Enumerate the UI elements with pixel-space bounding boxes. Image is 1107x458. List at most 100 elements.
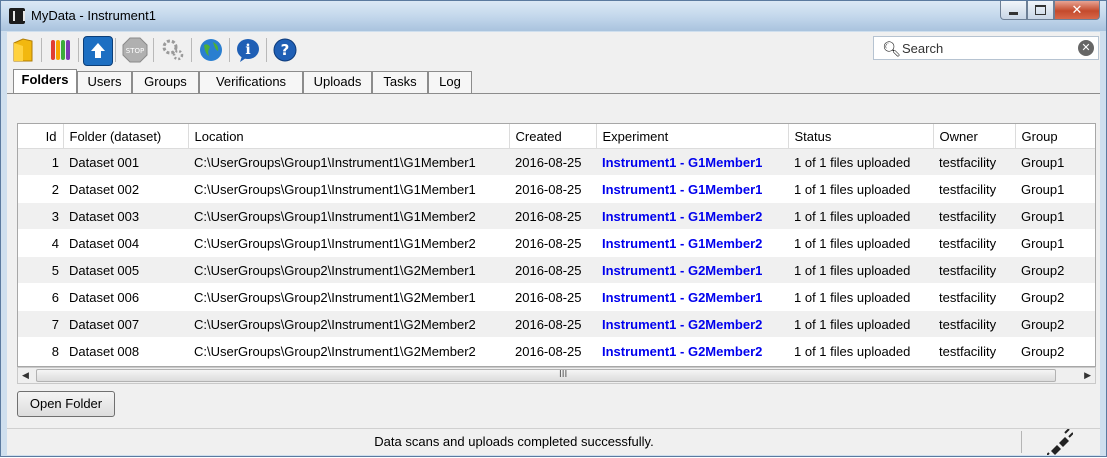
cell-location: C:\UserGroups\Group2\Instrument1\G2Membe… bbox=[188, 256, 509, 284]
cell-experiment-link[interactable]: Instrument1 - G2Member1 bbox=[596, 283, 788, 311]
cell-experiment-link[interactable]: Instrument1 - G2Member2 bbox=[596, 337, 788, 365]
toolbar-separator bbox=[153, 38, 154, 62]
toolbar-separator bbox=[41, 38, 42, 62]
window-controls: ✕ bbox=[1000, 1, 1100, 21]
maximize-button[interactable] bbox=[1027, 1, 1054, 20]
tab-groups[interactable]: Groups bbox=[132, 71, 199, 93]
cell-folder: Dataset 006 bbox=[63, 283, 188, 311]
horizontal-scrollbar[interactable]: ◀ III ▶ bbox=[17, 367, 1096, 384]
stop-icon[interactable]: STOP bbox=[121, 36, 149, 64]
cell-created: 2016-08-25 bbox=[509, 310, 596, 338]
cell-owner: testfacility bbox=[933, 256, 1015, 284]
search-field[interactable]: 🔍︎ Search ✕ bbox=[873, 36, 1099, 60]
table-row[interactable]: 6 Dataset 006 C:\UserGroups\Group2\Instr… bbox=[18, 283, 1095, 311]
tab-label: Groups bbox=[144, 74, 187, 89]
column-header-folder[interactable]: Folder (dataset) bbox=[63, 124, 189, 149]
cell-experiment-link[interactable]: Instrument1 - G1Member1 bbox=[596, 148, 788, 176]
scroll-left-icon[interactable]: ◀ bbox=[22, 370, 29, 381]
table-row[interactable]: 5 Dataset 005 C:\UserGroups\Group2\Instr… bbox=[18, 256, 1095, 284]
table-row[interactable]: 4 Dataset 004 C:\UserGroups\Group1\Instr… bbox=[18, 229, 1095, 257]
info-icon[interactable]: i bbox=[234, 36, 262, 64]
table-row[interactable]: 2 Dataset 002 C:\UserGroups\Group1\Instr… bbox=[18, 175, 1095, 203]
cell-created: 2016-08-25 bbox=[509, 175, 596, 203]
cell-group: Group2 bbox=[1015, 337, 1095, 365]
cell-id: 4 bbox=[18, 229, 63, 257]
svg-text:?: ? bbox=[281, 41, 290, 59]
cell-created: 2016-08-25 bbox=[509, 256, 596, 284]
cell-experiment-link[interactable]: Instrument1 - G2Member2 bbox=[596, 310, 788, 338]
upload-icon[interactable] bbox=[83, 36, 113, 66]
search-input[interactable]: Search bbox=[902, 41, 943, 56]
column-header-id[interactable]: Id bbox=[18, 124, 64, 149]
cell-status: 1 of 1 files uploaded bbox=[788, 229, 933, 257]
table-row[interactable]: 3 Dataset 003 C:\UserGroups\Group1\Instr… bbox=[18, 202, 1095, 230]
cell-group: Group1 bbox=[1015, 175, 1095, 203]
app-window: MyData - Instrument1 ✕ STOP i ? 🔍︎ Searc… bbox=[0, 0, 1107, 457]
cell-status: 1 of 1 files uploaded bbox=[788, 202, 933, 230]
tab-tasks[interactable]: Tasks bbox=[372, 71, 428, 93]
folder-icon[interactable] bbox=[9, 36, 37, 64]
tab-users[interactable]: Users bbox=[77, 71, 132, 93]
svg-text:i: i bbox=[245, 42, 250, 58]
tab-bar: Folders Users Groups Verifications Uploa… bbox=[7, 68, 1100, 94]
cell-folder: Dataset 001 bbox=[63, 148, 188, 176]
cell-experiment-link[interactable]: Instrument1 - G1Member2 bbox=[596, 229, 788, 257]
column-header-status[interactable]: Status bbox=[788, 124, 934, 149]
cell-location: C:\UserGroups\Group2\Instrument1\G2Membe… bbox=[188, 337, 509, 365]
cell-folder: Dataset 003 bbox=[63, 202, 188, 230]
clear-search-icon[interactable]: ✕ bbox=[1078, 40, 1094, 56]
cell-experiment-link[interactable]: Instrument1 - G1Member2 bbox=[596, 202, 788, 230]
cell-location: C:\UserGroups\Group1\Instrument1\G1Membe… bbox=[188, 229, 509, 257]
cell-experiment-link[interactable]: Instrument1 - G2Member1 bbox=[596, 256, 788, 284]
column-header-group[interactable]: Group bbox=[1015, 124, 1095, 149]
tab-verifications[interactable]: Verifications bbox=[199, 71, 303, 93]
cell-id: 5 bbox=[18, 256, 63, 284]
settings-gears-icon[interactable] bbox=[159, 36, 187, 64]
web-globe-icon[interactable] bbox=[197, 36, 225, 64]
tab-uploads[interactable]: Uploads bbox=[303, 71, 372, 93]
title-bar[interactable]: MyData - Instrument1 ✕ bbox=[1, 1, 1106, 31]
toolbar-separator bbox=[115, 38, 116, 62]
cell-group: Group2 bbox=[1015, 283, 1095, 311]
svg-text:STOP: STOP bbox=[126, 47, 144, 55]
column-header-location[interactable]: Location bbox=[188, 124, 510, 149]
tab-folders[interactable]: Folders bbox=[13, 69, 77, 93]
minimize-button[interactable] bbox=[1000, 1, 1027, 20]
cell-group: Group1 bbox=[1015, 229, 1095, 257]
toolbar: STOP i ? 🔍︎ Search ✕ bbox=[7, 32, 1100, 68]
cell-location: C:\UserGroups\Group1\Instrument1\G1Membe… bbox=[188, 175, 509, 203]
cell-experiment-link[interactable]: Instrument1 - G1Member1 bbox=[596, 175, 788, 203]
cell-group: Group1 bbox=[1015, 202, 1095, 230]
open-folder-button[interactable]: Open Folder bbox=[17, 391, 115, 417]
table-row[interactable]: 7 Dataset 007 C:\UserGroups\Group2\Instr… bbox=[18, 310, 1095, 338]
table-header: Id Folder (dataset) Location Created Exp… bbox=[18, 124, 1095, 149]
scroll-right-icon[interactable]: ▶ bbox=[1084, 370, 1091, 381]
cell-folder: Dataset 002 bbox=[63, 175, 188, 203]
table-row[interactable]: 1 Dataset 001 C:\UserGroups\Group1\Instr… bbox=[18, 148, 1095, 176]
column-header-owner[interactable]: Owner bbox=[933, 124, 1016, 149]
cell-status: 1 of 1 files uploaded bbox=[788, 283, 933, 311]
cell-id: 8 bbox=[18, 337, 63, 365]
table-row[interactable]: 8 Dataset 008 C:\UserGroups\Group2\Instr… bbox=[18, 337, 1095, 365]
cell-status: 1 of 1 files uploaded bbox=[788, 310, 933, 338]
cell-owner: testfacility bbox=[933, 202, 1015, 230]
tab-label: Tasks bbox=[383, 74, 417, 89]
close-icon: ✕ bbox=[1071, 2, 1083, 17]
column-header-created[interactable]: Created bbox=[509, 124, 597, 149]
status-bar: Data scans and uploads completed success… bbox=[7, 428, 1100, 456]
close-window-button[interactable]: ✕ bbox=[1054, 1, 1100, 20]
cell-status: 1 of 1 files uploaded bbox=[788, 148, 933, 176]
folders-table[interactable]: Id Folder (dataset) Location Created Exp… bbox=[17, 123, 1096, 367]
tab-label: Users bbox=[87, 74, 122, 89]
column-header-experiment[interactable]: Experiment bbox=[596, 124, 789, 149]
window-title: MyData - Instrument1 bbox=[31, 8, 156, 23]
app-logo-icon bbox=[9, 8, 25, 24]
tab-log[interactable]: Log bbox=[428, 71, 472, 93]
scrollbar-thumb[interactable]: III bbox=[36, 369, 1056, 382]
cell-created: 2016-08-25 bbox=[509, 148, 596, 176]
status-message: Data scans and uploads completed success… bbox=[374, 434, 654, 449]
cell-group: Group2 bbox=[1015, 310, 1095, 338]
cell-id: 7 bbox=[18, 310, 63, 338]
test-tubes-icon[interactable] bbox=[47, 36, 75, 64]
help-icon[interactable]: ? bbox=[271, 36, 299, 64]
